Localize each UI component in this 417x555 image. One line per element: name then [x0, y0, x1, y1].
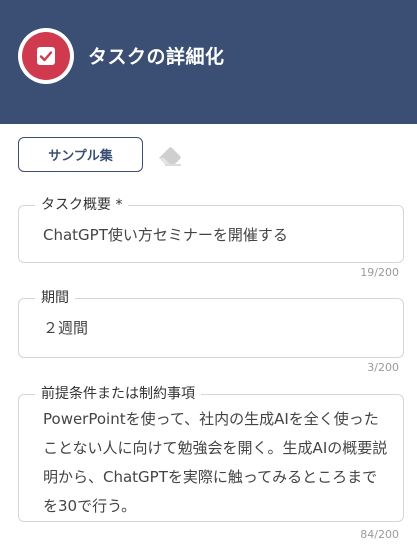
task-summary-input[interactable]: ChatGPT使い方セミナーを開催する [43, 221, 389, 249]
period-counter: 3/200 [367, 361, 399, 374]
page-title: タスクの詳細化 [88, 46, 225, 68]
task-summary-field[interactable]: タスク概要 * ChatGPT使い方セミナーを開催する [18, 194, 404, 263]
app-header: タスクの詳細化 [0, 0, 417, 124]
period-label: 期間 [35, 287, 75, 307]
sample-collection-button[interactable]: サンプル集 [18, 137, 143, 172]
logo-badge [22, 32, 70, 80]
constraints-input[interactable]: PowerPointを使って、社内の生成AIを全く使ったことない人に向けて勉強会… [43, 405, 389, 521]
period-field[interactable]: 期間 ２週間 [18, 287, 404, 358]
app-logo [18, 28, 74, 84]
task-summary-counter: 19/200 [360, 266, 399, 279]
period-input[interactable]: ２週間 [43, 314, 389, 342]
constraints-label: 前提条件または制約事項 [35, 383, 201, 403]
constraints-field[interactable]: 前提条件または制約事項 PowerPointを使って、社内の生成AIを全く使った… [18, 383, 404, 522]
task-summary-label: タスク概要 * [35, 194, 129, 214]
check-box-icon [37, 47, 55, 65]
eraser-icon[interactable] [156, 144, 184, 166]
constraints-counter: 84/200 [360, 528, 399, 541]
